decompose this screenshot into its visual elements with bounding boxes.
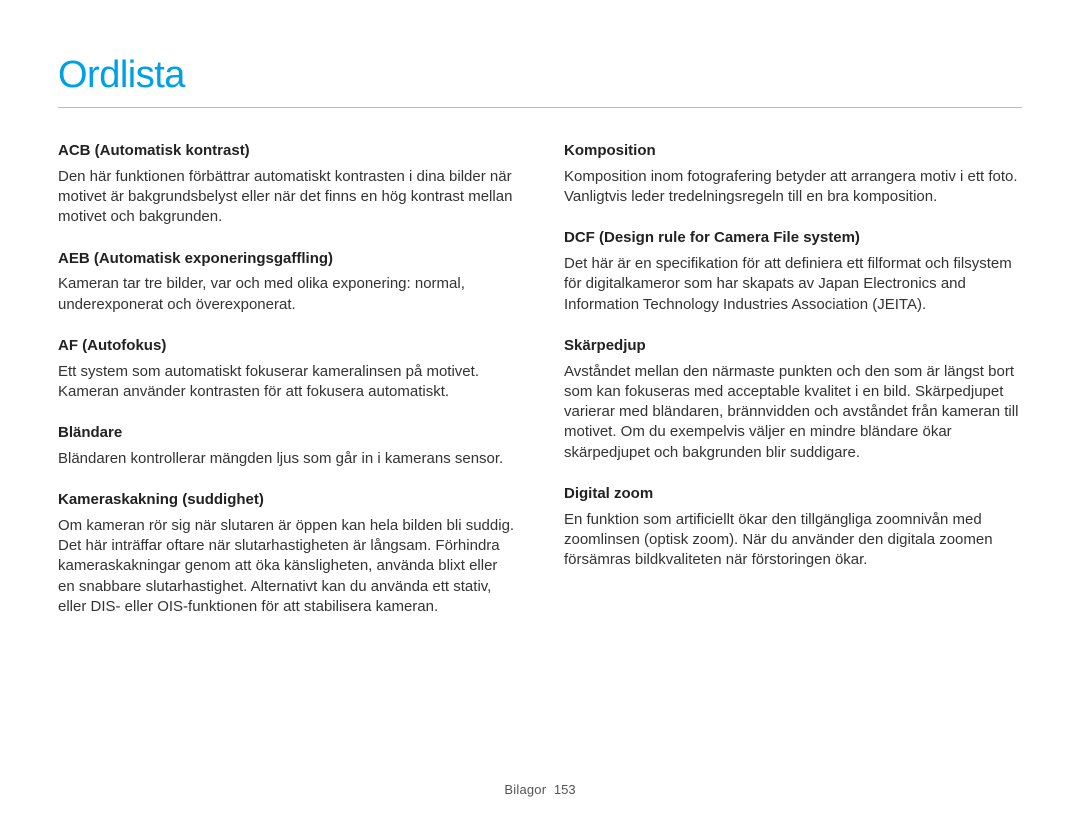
glossary-term: Bländare (58, 424, 516, 443)
right-column: Komposition Komposition inom fotograferi… (564, 142, 1022, 639)
glossary-definition: Det här är en specifikation för att defi… (564, 254, 1022, 315)
glossary-entry: DCF (Design rule for Camera File system)… (564, 229, 1022, 315)
glossary-definition: Om kameran rör sig när slutaren är öppen… (58, 516, 516, 617)
glossary-definition: Avståndet mellan den närmaste punkten oc… (564, 362, 1022, 463)
glossary-definition: Ett system som automatiskt fokuserar kam… (58, 362, 516, 403)
glossary-entry: Bländare Bländaren kontrollerar mängden … (58, 424, 516, 469)
glossary-term: ACB (Automatisk kontrast) (58, 142, 516, 161)
glossary-definition: Den här funktionen förbättrar automatisk… (58, 167, 516, 228)
footer-page-number: 153 (554, 782, 576, 797)
glossary-definition: Komposition inom fotografering betyder a… (564, 167, 1022, 208)
glossary-term: AEB (Automatisk exponeringsgaffling) (58, 250, 516, 269)
glossary-term: DCF (Design rule for Camera File system) (564, 229, 1022, 248)
document-page: Ordlista ACB (Automatisk kontrast) Den h… (0, 0, 1080, 639)
glossary-term: AF (Autofokus) (58, 337, 516, 356)
glossary-entry: Skärpedjup Avståndet mellan den närmaste… (564, 337, 1022, 463)
page-footer: Bilagor 153 (0, 782, 1080, 797)
glossary-term: Skärpedjup (564, 337, 1022, 356)
glossary-term: Komposition (564, 142, 1022, 161)
glossary-definition: En funktion som artificiellt ökar den ti… (564, 510, 1022, 571)
page-title: Ordlista (58, 54, 1022, 107)
glossary-definition: Bländaren kontrollerar mängden ljus som … (58, 449, 516, 469)
glossary-entry: Komposition Komposition inom fotograferi… (564, 142, 1022, 207)
glossary-term: Digital zoom (564, 485, 1022, 504)
content-columns: ACB (Automatisk kontrast) Den här funkti… (58, 142, 1022, 639)
glossary-entry: AF (Autofokus) Ett system som automatisk… (58, 337, 516, 402)
glossary-entry: Kameraskakning (suddighet) Om kameran rö… (58, 491, 516, 617)
title-rule (58, 107, 1022, 108)
left-column: ACB (Automatisk kontrast) Den här funkti… (58, 142, 516, 639)
glossary-entry: ACB (Automatisk kontrast) Den här funkti… (58, 142, 516, 228)
glossary-term: Kameraskakning (suddighet) (58, 491, 516, 510)
glossary-entry: AEB (Automatisk exponeringsgaffling) Kam… (58, 250, 516, 315)
glossary-entry: Digital zoom En funktion som artificiell… (564, 485, 1022, 571)
footer-section: Bilagor (504, 782, 546, 797)
glossary-definition: Kameran tar tre bilder, var och med olik… (58, 274, 516, 315)
